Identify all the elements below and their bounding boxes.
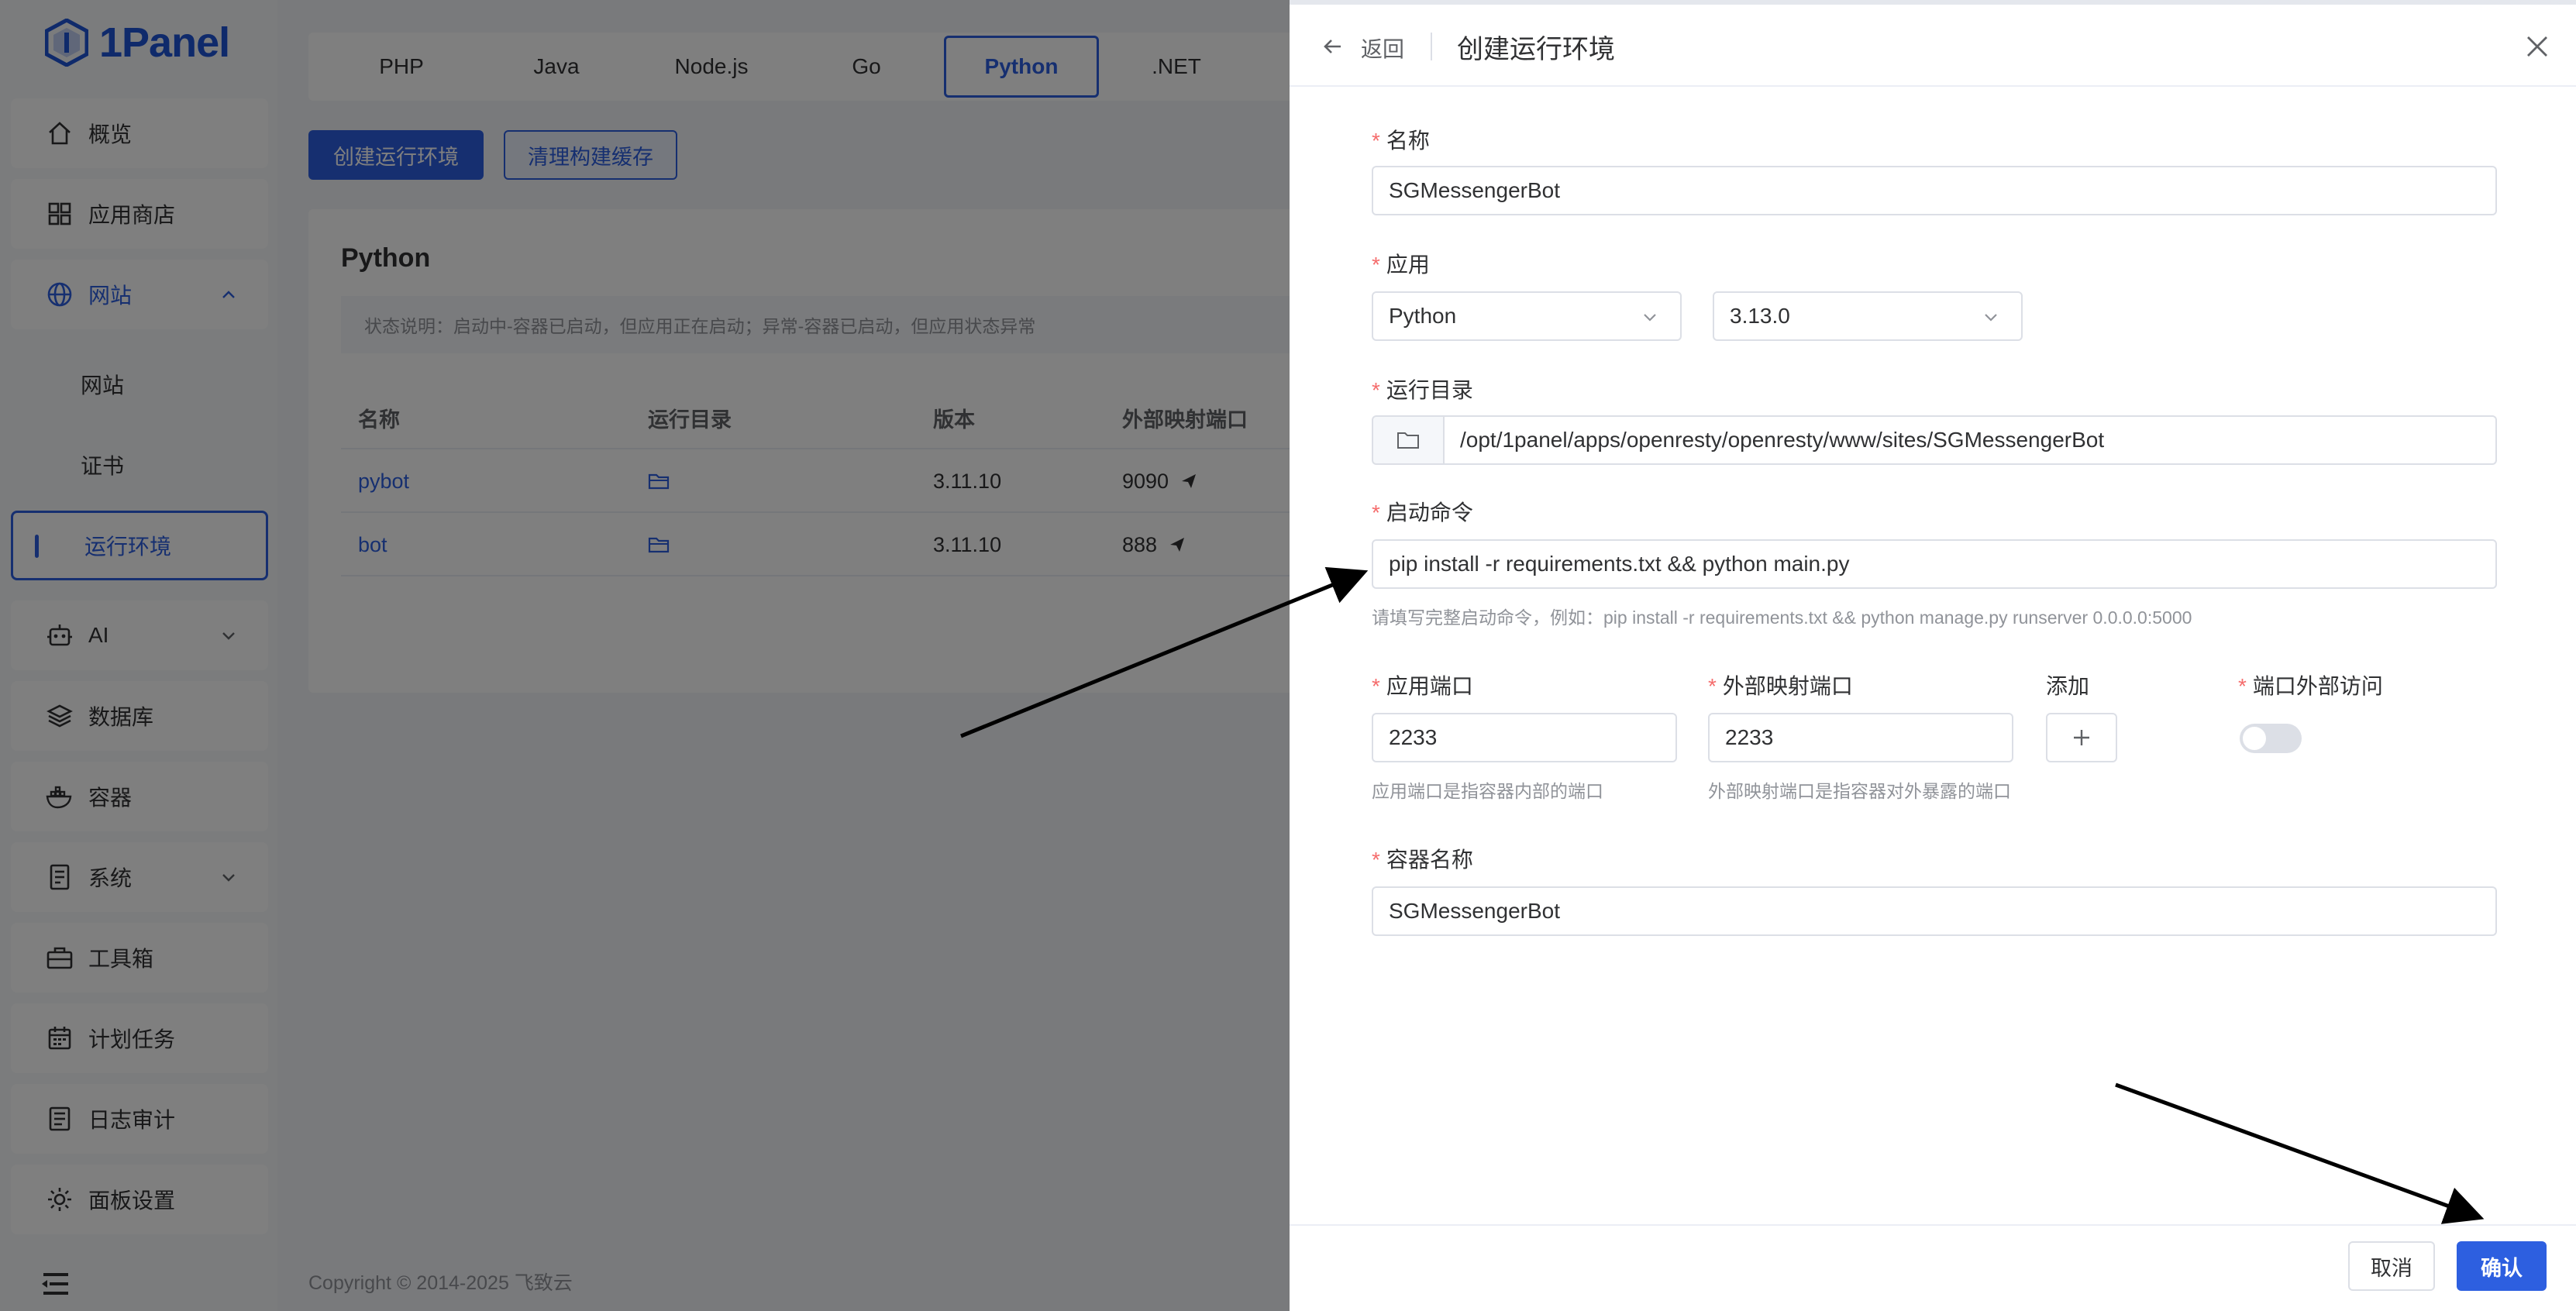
header-divider bbox=[1431, 33, 1432, 60]
name-label-text: 名称 bbox=[1386, 129, 1430, 153]
run-directory-input[interactable]: /opt/1panel/apps/openresty/openresty/www… bbox=[1443, 415, 2497, 465]
back-button[interactable]: 返回 bbox=[1361, 33, 1404, 64]
app-select[interactable]: Python bbox=[1372, 291, 1682, 341]
name-input-value: SGMessengerBot bbox=[1389, 178, 1560, 202]
add-port-button[interactable] bbox=[2046, 713, 2117, 762]
app-port-label-text: 应用端口 bbox=[1386, 674, 1473, 698]
required-mark: * bbox=[2238, 674, 2247, 698]
dir-label: * 运行目录 bbox=[1372, 373, 1473, 404]
dir-label-text: 运行目录 bbox=[1386, 378, 1473, 402]
drawer-header: 返回 创建运行环境 bbox=[1290, 5, 2576, 87]
app-port-hint: 应用端口是指容器内部的端口 bbox=[1372, 781, 1603, 801]
command-hint: 请填写完整启动命令，例如：pip install -r requirements… bbox=[1372, 607, 2192, 628]
ext-port-label: * 外部映射端口 bbox=[1708, 669, 1853, 700]
ext-port-hint: 外部映射端口是指容器对外暴露的端口 bbox=[1708, 781, 2011, 801]
container-name-label: * 容器名称 bbox=[1372, 843, 1473, 874]
name-input[interactable]: SGMessengerBot bbox=[1372, 166, 2497, 215]
version-select[interactable]: 3.13.0 bbox=[1713, 291, 2023, 341]
plus-icon bbox=[2074, 730, 2089, 745]
confirm-button[interactable]: 确认 bbox=[2457, 1241, 2547, 1291]
name-label: * 名称 bbox=[1372, 124, 1430, 155]
folder-icon bbox=[1397, 432, 1419, 449]
required-mark: * bbox=[1372, 378, 1380, 402]
app-label: * 应用 bbox=[1372, 248, 1430, 279]
required-mark: * bbox=[1372, 129, 1380, 153]
required-mark: * bbox=[1372, 253, 1380, 277]
back-arrow-icon[interactable] bbox=[1322, 36, 1344, 57]
ext-access-label: * 端口外部访问 bbox=[2238, 669, 2383, 700]
ext-port-label-text: 外部映射端口 bbox=[1722, 674, 1853, 698]
chevron-down-icon bbox=[1985, 314, 1997, 322]
run-directory-value: /opt/1panel/apps/openresty/openresty/www… bbox=[1460, 428, 2105, 452]
start-command-value: pip install -r requirements.txt && pytho… bbox=[1389, 552, 1850, 576]
toggle-knob bbox=[2243, 727, 2266, 750]
container-name-label-text: 容器名称 bbox=[1386, 848, 1473, 872]
external-port-value: 2233 bbox=[1725, 725, 1774, 749]
app-port-input[interactable]: 2233 bbox=[1372, 713, 1677, 762]
version-select-value: 3.13.0 bbox=[1730, 304, 1790, 328]
app-port-value: 2233 bbox=[1389, 725, 1438, 749]
drawer-title: 创建运行环境 bbox=[1457, 35, 1615, 64]
start-command-input[interactable]: pip install -r requirements.txt && pytho… bbox=[1372, 539, 2497, 589]
app-select-value: Python bbox=[1389, 304, 1457, 328]
cancel-button[interactable]: 取消 bbox=[2348, 1241, 2435, 1291]
app-port-label: * 应用端口 bbox=[1372, 669, 1473, 700]
external-port-input[interactable]: 2233 bbox=[1708, 713, 2013, 762]
required-mark: * bbox=[1372, 848, 1380, 872]
select-folder-button[interactable] bbox=[1372, 415, 1445, 465]
app-label-text: 应用 bbox=[1386, 253, 1430, 277]
container-name-input[interactable]: SGMessengerBot bbox=[1372, 886, 2497, 936]
ext-access-label-text: 端口外部访问 bbox=[2252, 674, 2383, 698]
container-name-value: SGMessengerBot bbox=[1389, 899, 1560, 923]
external-access-toggle[interactable] bbox=[2240, 724, 2302, 753]
modal-overlay[interactable] bbox=[0, 0, 1290, 1311]
command-label-text: 启动命令 bbox=[1386, 501, 1473, 525]
close-icon[interactable] bbox=[2523, 33, 2551, 60]
required-mark: * bbox=[1708, 674, 1717, 698]
chevron-down-icon bbox=[1644, 314, 1656, 322]
required-mark: * bbox=[1372, 501, 1380, 525]
required-mark: * bbox=[1372, 674, 1380, 698]
command-label: * 启动命令 bbox=[1372, 496, 1473, 527]
add-label: 添加 bbox=[2046, 674, 2090, 698]
